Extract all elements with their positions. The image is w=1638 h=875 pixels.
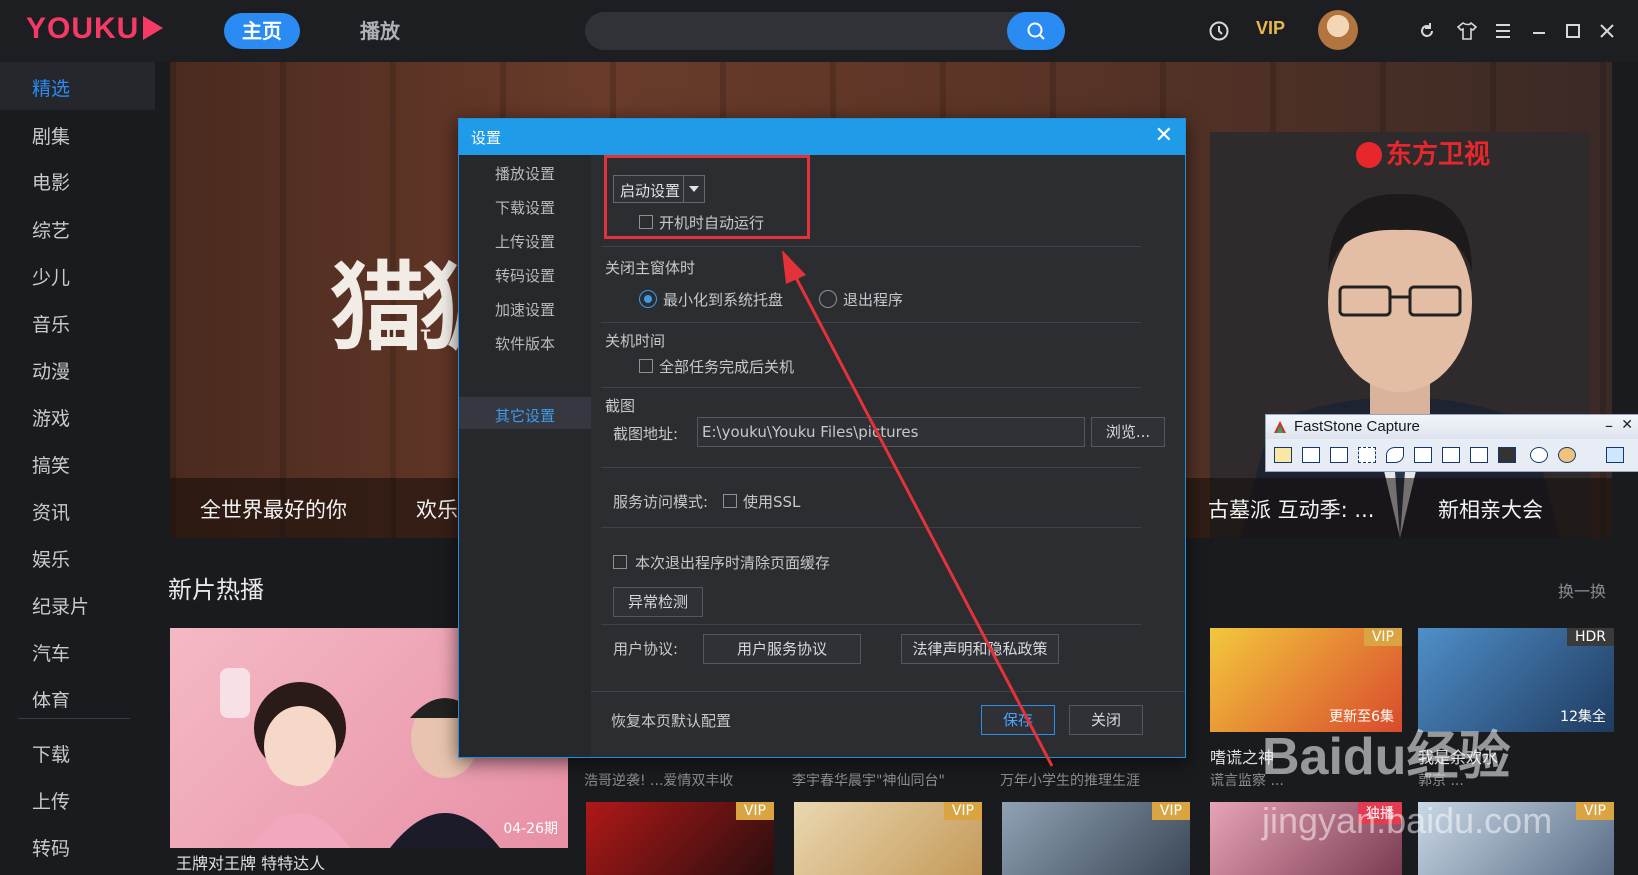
baidu-watermark: Baidu经验 [1262,728,1511,786]
settings-icon[interactable] [1606,447,1624,463]
capture-freehand-icon[interactable] [1386,447,1404,463]
faststone-title-bar: FastStone Capture – ✕ [1266,415,1638,439]
capture-fixed-region-icon[interactable] [1470,447,1488,463]
capture-region-icon[interactable] [1358,447,1376,463]
capture-object-icon[interactable] [1330,447,1348,463]
capture-fullscreen-icon[interactable] [1414,447,1432,463]
faststone-title: FastStone Capture [1294,418,1420,435]
screen-record-icon[interactable] [1498,447,1516,463]
timer-icon[interactable] [1530,447,1548,463]
faststone-minimize-icon[interactable]: – [1605,416,1613,435]
faststone-capture-toolbar: FastStone Capture – ✕ [1265,414,1638,472]
capture-scrolling-icon[interactable] [1442,447,1460,463]
faststone-logo-icon [1274,421,1286,433]
open-file-icon[interactable] [1274,447,1292,463]
baidu-watermark-url: jingyan.baidu.com [1262,800,1553,841]
color-palette-icon[interactable] [1558,447,1576,463]
faststone-tools [1266,441,1638,469]
faststone-close-icon[interactable]: ✕ [1621,417,1633,433]
capture-window-icon[interactable] [1302,447,1320,463]
